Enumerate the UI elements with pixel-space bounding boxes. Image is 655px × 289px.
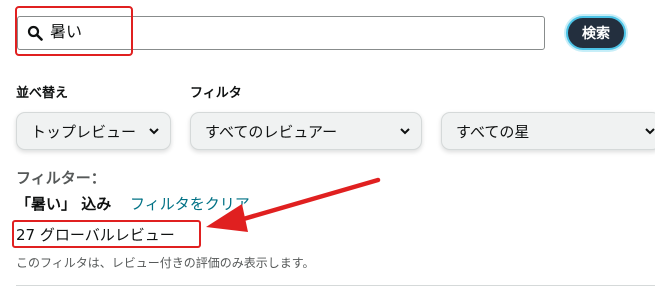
chevron-down-icon bbox=[149, 128, 159, 135]
sort-dropdown-value: トップレビュー bbox=[31, 122, 137, 141]
annotation-arrow-icon bbox=[206, 177, 381, 232]
active-filters-heading: フィルター： bbox=[16, 169, 106, 187]
reviewer-filter-value: すべてのレビュアー bbox=[205, 122, 338, 141]
divider bbox=[16, 285, 655, 286]
search-button[interactable]: 検索 bbox=[566, 16, 626, 50]
annotation-highlight-count bbox=[12, 220, 201, 248]
active-filter-term: 「暑い」 込み bbox=[16, 195, 112, 213]
sort-label: 並べ替え bbox=[16, 86, 69, 101]
reviewer-filter-dropdown[interactable]: すべてのレビュアー bbox=[190, 112, 422, 150]
annotation-highlight-search bbox=[15, 6, 133, 56]
filter-note: このフィルタは、レビュー付きの評価のみ表示します。 bbox=[16, 256, 315, 270]
sort-dropdown[interactable]: トップレビュー bbox=[16, 112, 171, 150]
star-filter-dropdown[interactable]: すべての星 bbox=[441, 112, 655, 150]
star-filter-value: すべての星 bbox=[456, 122, 530, 141]
filter-label: フィルタ bbox=[190, 86, 242, 101]
chevron-down-icon bbox=[400, 128, 410, 135]
chevron-down-icon bbox=[645, 128, 655, 135]
